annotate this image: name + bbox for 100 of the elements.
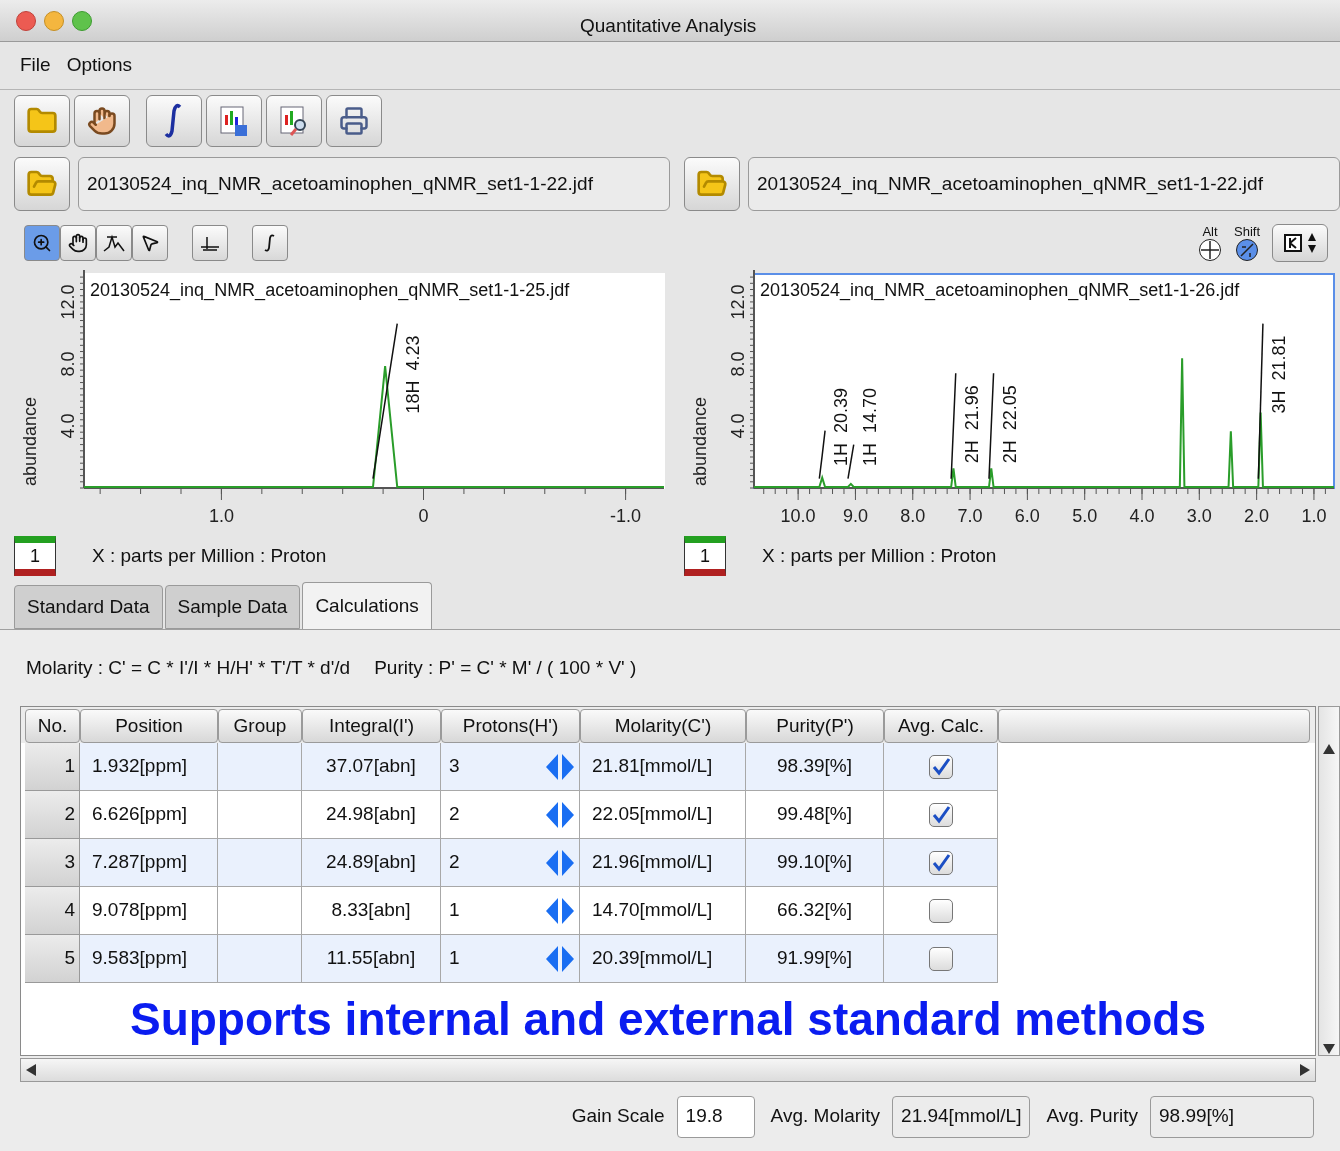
chart-tool-button[interactable] — [60, 225, 96, 261]
scroll-left-icon[interactable] — [25, 1063, 37, 1077]
left-right-arrows-icon[interactable] — [545, 800, 575, 829]
checkbox[interactable] — [928, 946, 953, 971]
axis-tick-label: 12.0 — [58, 284, 78, 320]
chart-tool-button[interactable] — [96, 225, 132, 261]
tab[interactable]: Sample Data — [164, 585, 301, 629]
left-right-arrows-icon[interactable] — [545, 848, 575, 877]
row-number[interactable]: 1 — [25, 743, 80, 791]
tab[interactable]: Standard Data — [14, 585, 163, 629]
menu-item[interactable]: File — [20, 51, 51, 80]
table-cell: 21.81[mmol/L] — [580, 743, 746, 791]
trace-button[interactable]: 1 — [14, 536, 56, 576]
value-field[interactable]: 98.99[%] — [1150, 1095, 1314, 1138]
file-field[interactable]: 20130524_inq_NMR_acetoaminophen_qNMR_set1-1-22.jdf — [78, 157, 670, 211]
chart-tool-button[interactable] — [192, 225, 228, 261]
table-cell[interactable]: 2 — [449, 848, 460, 877]
checkbox[interactable] — [928, 802, 953, 827]
scroll-right-icon[interactable] — [1299, 1063, 1311, 1077]
close-button[interactable] — [16, 10, 36, 31]
row-number[interactable]: 5 — [25, 935, 80, 983]
axis-tick-label: 0 — [418, 506, 429, 526]
chart-title: 20130524_inq_NMR_acetoaminophen_qNMR_set1-1-25.jdf — [90, 280, 570, 300]
column-header[interactable]: No. — [25, 709, 80, 743]
menu-item[interactable]: Options — [66, 51, 133, 80]
integral-label: 1H 20.39 — [831, 387, 852, 466]
view-spinner[interactable] — [1272, 224, 1328, 262]
column-header[interactable]: Position — [80, 709, 218, 743]
axis-tick-label: 10.0 — [780, 506, 816, 526]
scale-icon[interactable] — [1235, 237, 1259, 262]
table-cell: 9.078[ppm] — [80, 887, 218, 935]
scroll-up-icon[interactable] — [1322, 743, 1336, 755]
checkbox[interactable] — [928, 754, 953, 779]
axis-tick-label: 4.0 — [728, 413, 748, 439]
chart-tool-button[interactable] — [132, 225, 168, 261]
window-title: Quantitative Analysis — [580, 14, 757, 38]
axis-tick-label: 9.0 — [842, 506, 868, 526]
move-icon[interactable] — [1198, 237, 1222, 262]
tab[interactable]: Calculations — [302, 582, 432, 629]
value-field[interactable]: 21.94[mmol/L] — [892, 1095, 1031, 1138]
plot-area[interactable] — [753, 273, 1335, 489]
trace-button[interactable]: 1 — [684, 536, 726, 576]
axis-tick-label: 12.0 — [728, 284, 748, 320]
horizontal-scrollbar[interactable] — [20, 1058, 1316, 1082]
axis-tick-label: 7.0 — [957, 506, 983, 526]
integral-button[interactable] — [146, 95, 202, 147]
chart-save-icon — [219, 105, 249, 137]
column-header[interactable]: Protons(H') — [441, 709, 580, 743]
x-axis-label: X : parts per Million : Proton — [92, 543, 327, 568]
left-right-arrows-icon[interactable] — [545, 944, 575, 973]
preview-button[interactable] — [266, 95, 322, 147]
open-file-button[interactable] — [14, 157, 70, 211]
column-header[interactable]: Integral(I') — [302, 709, 441, 743]
axis-tick-label: 6.0 — [1014, 506, 1040, 526]
integral-icon — [164, 103, 184, 139]
integral-label: 3H 21.81 — [1268, 335, 1289, 414]
axis-tick-label: 5.0 — [1072, 506, 1098, 526]
row-number[interactable]: 2 — [25, 791, 80, 839]
formula-text: Purity : P' = C' * M' / ( 100 * V' ) — [374, 655, 637, 680]
y-axis-label: abundance — [690, 396, 710, 486]
table-cell: 37.07[abn] — [302, 743, 441, 791]
table-cell: 14.70[mmol/L] — [580, 887, 746, 935]
integral-label: 2H 22.05 — [999, 385, 1020, 464]
hand-button[interactable] — [74, 95, 130, 147]
integral-label: 2H 21.96 — [961, 385, 982, 464]
chart-tool-button[interactable] — [252, 225, 288, 261]
scroll-down-icon[interactable] — [1322, 1043, 1336, 1055]
table-cell: 66.32[%] — [746, 887, 884, 935]
table-cell[interactable]: 3 — [449, 752, 460, 781]
axis-tick-label: 8.0 — [58, 351, 78, 377]
chart-tool-button[interactable] — [24, 225, 60, 261]
print-button[interactable] — [326, 95, 382, 147]
table-cell[interactable]: 1 — [449, 896, 460, 925]
file-field[interactable]: 20130524_inq_NMR_acetoaminophen_qNMR_set1-1-22.jdf — [748, 157, 1340, 211]
column-header[interactable]: Purity(P') — [746, 709, 884, 743]
table-cell[interactable]: 1 — [449, 944, 460, 973]
axis-tick-label: 1.0 — [1301, 506, 1327, 526]
row-number[interactable]: 3 — [25, 839, 80, 887]
checkbox[interactable] — [928, 898, 953, 923]
row-number[interactable]: 4 — [25, 887, 80, 935]
vertical-scrollbar[interactable] — [1318, 706, 1340, 1056]
zoom-button[interactable] — [72, 10, 92, 31]
modifier-label: Shift — [1234, 224, 1260, 238]
left-right-arrows-icon[interactable] — [545, 896, 575, 925]
export-button[interactable] — [206, 95, 262, 147]
left-right-arrows-icon[interactable] — [545, 752, 575, 781]
modifier-label: Alt — [1202, 224, 1218, 238]
hand-icon — [87, 106, 117, 136]
table-cell: 9.583[ppm] — [80, 935, 218, 983]
integral-label: 1H 14.70 — [859, 387, 880, 466]
column-header[interactable]: Group — [218, 709, 302, 743]
column-header[interactable]: Avg. Calc. — [884, 709, 998, 743]
column-header[interactable]: Molarity(C') — [580, 709, 746, 743]
checkbox[interactable] — [928, 850, 953, 875]
table-cell[interactable]: 2 — [449, 800, 460, 829]
open-file-button[interactable] — [684, 157, 740, 211]
table-cell: 20.39[mmol/L] — [580, 935, 746, 983]
table-cell: 98.39[%] — [746, 743, 884, 791]
value-field[interactable]: 19.8 — [676, 1095, 755, 1138]
open-button[interactable] — [14, 95, 70, 147]
